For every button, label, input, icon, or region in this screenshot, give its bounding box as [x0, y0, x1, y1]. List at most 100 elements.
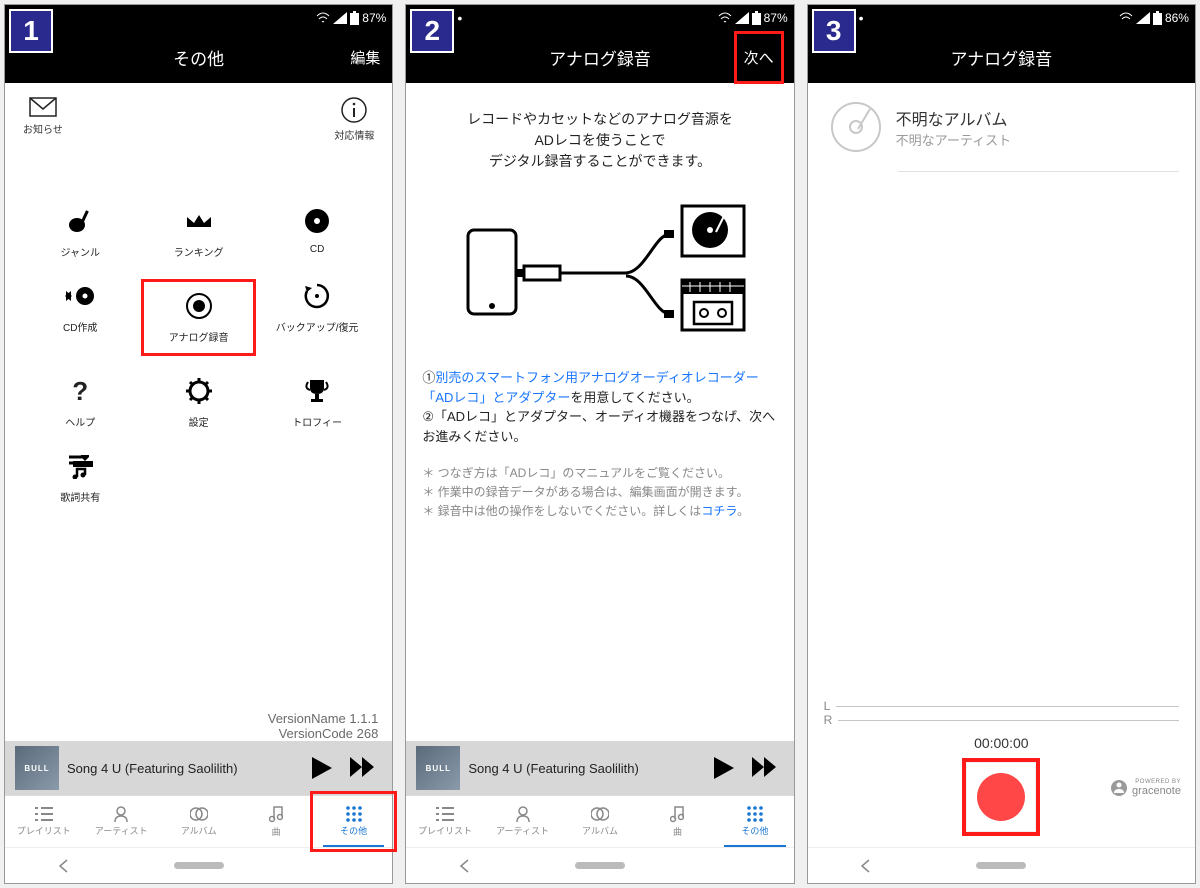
info-button[interactable]: 対応情報 — [334, 97, 374, 142]
cd-create-icon — [65, 285, 95, 307]
trophy-button[interactable]: トロフィー — [262, 376, 372, 429]
lyrics-icon — [67, 453, 93, 479]
signal-icon — [735, 12, 749, 24]
tab-label: アルバム — [582, 824, 618, 837]
playlist-icon — [35, 806, 53, 822]
record-button[interactable] — [965, 761, 1037, 833]
album-icon — [190, 806, 208, 822]
mini-player[interactable]: Song 4 U (Featuring Saolilith) — [5, 741, 392, 795]
content: お知らせ 対応情報 ジャンル ランキング CD CD作成 — [5, 83, 392, 741]
settings-button[interactable]: 設定 — [143, 376, 253, 429]
home-pill[interactable] — [976, 862, 1026, 869]
tab-album[interactable]: アルバム — [160, 796, 237, 847]
tab-label: その他 — [340, 824, 367, 837]
grid-label: ジャンル — [60, 244, 100, 259]
step-badge: 1 — [9, 9, 53, 53]
info-label: 対応情報 — [334, 127, 374, 142]
tab-label: アルバム — [181, 824, 217, 837]
tab-other[interactable]: その他 — [716, 796, 793, 847]
record-icon — [185, 292, 213, 320]
back-icon[interactable] — [57, 859, 71, 873]
back-icon[interactable] — [458, 859, 472, 873]
song-icon — [670, 805, 684, 823]
illustration — [406, 184, 793, 354]
genre-button[interactable]: ジャンル — [25, 206, 135, 259]
envelope-icon — [29, 97, 57, 117]
content: 不明なアルバム 不明なアーティスト L R 00:00:00 POWERED B… — [808, 83, 1195, 847]
backup-button[interactable]: バックアップ/復元 — [262, 281, 372, 354]
tab-label: プレイリスト — [418, 824, 472, 837]
home-pill[interactable] — [174, 862, 224, 869]
version-info: VersionName 1.1.1 VersionCode 268 — [5, 711, 392, 741]
edit-button[interactable]: 編集 — [350, 47, 380, 68]
wifi-icon — [1119, 12, 1133, 24]
cd-create-button[interactable]: CD作成 — [25, 281, 135, 354]
grid-label: バックアップ/復元 — [276, 319, 359, 334]
analog-record-button[interactable]: アナログ録音 — [143, 281, 253, 354]
artist-icon — [515, 806, 531, 822]
grid-label: 歌詞共有 — [60, 489, 100, 504]
battery-icon — [752, 11, 761, 25]
page-title: アナログ録音 — [549, 45, 651, 70]
tab-album[interactable]: アルバム — [561, 796, 638, 847]
grid-label: ヘルプ — [65, 414, 95, 429]
song-title: Song 4 U (Featuring Saolilith) — [67, 761, 304, 776]
status-bar: • 87% — [406, 5, 793, 31]
playlist-icon — [436, 806, 454, 822]
fast-forward-icon[interactable] — [752, 757, 778, 777]
battery-text: 87% — [362, 11, 386, 25]
play-icon[interactable] — [714, 757, 734, 779]
grid-label: ランキング — [174, 244, 224, 259]
tab-playlist[interactable]: プレイリスト — [406, 796, 483, 847]
tab-artist[interactable]: アーティスト — [82, 796, 159, 847]
back-icon[interactable] — [859, 859, 873, 873]
level-meter: L R — [808, 699, 1195, 727]
album-art — [416, 746, 460, 790]
description: レコードやカセットなどのアナログ音源を ADレコを使うことで デジタル録音するこ… — [406, 83, 793, 184]
header: その他 編集 — [5, 31, 392, 83]
tab-other[interactable]: その他 — [315, 796, 392, 847]
gracenote-badge: POWERED BY gracenote — [1110, 779, 1181, 797]
tab-playlist[interactable]: プレイリスト — [5, 796, 82, 847]
next-button[interactable]: 次へ — [736, 33, 782, 82]
ranking-button[interactable]: ランキング — [143, 206, 253, 259]
battery-icon — [1153, 11, 1162, 25]
tab-bar: プレイリスト アーティスト アルバム 曲 その他 — [406, 795, 793, 847]
status-bar: 87% — [5, 5, 392, 31]
content: レコードやカセットなどのアナログ音源を ADレコを使うことで デジタル録音するこ… — [406, 83, 793, 741]
details-link[interactable]: コチラ — [701, 504, 737, 518]
tab-label: アーティスト — [95, 824, 148, 837]
album-header: 不明なアルバム 不明なアーティスト — [808, 83, 1195, 171]
grid-label: アナログ録音 — [169, 329, 229, 344]
trophy-icon — [305, 378, 329, 404]
disc-icon — [304, 208, 330, 234]
tab-label: その他 — [741, 824, 768, 837]
cd-button[interactable]: CD — [262, 206, 372, 259]
notes: ＊ つなぎ方は「ADレコ」のマニュアルをご覧ください。 ＊ 作業中の録音データが… — [406, 460, 793, 526]
level-L: L — [824, 699, 831, 713]
fast-forward-icon[interactable] — [350, 757, 376, 777]
home-pill[interactable] — [575, 862, 625, 869]
tab-song[interactable]: 曲 — [237, 796, 314, 847]
signal-icon — [1136, 12, 1150, 24]
battery-text: 87% — [764, 11, 788, 25]
album-icon — [591, 806, 609, 822]
play-icon[interactable] — [312, 757, 332, 779]
tab-song[interactable]: 曲 — [639, 796, 716, 847]
restore-icon — [303, 282, 331, 310]
step-badge: 2 — [410, 9, 454, 53]
record-dot-icon — [977, 773, 1025, 821]
system-navbar — [5, 847, 392, 883]
tab-artist[interactable]: アーティスト — [484, 796, 561, 847]
album-art — [15, 746, 59, 790]
step-badge: 3 — [812, 9, 856, 53]
notice-button[interactable]: お知らせ — [23, 97, 63, 142]
page-title: アナログ録音 — [950, 45, 1052, 70]
screen-2: 2 • 87% アナログ録音 次へ レコードやカセットなどのアナログ音源を AD… — [405, 4, 794, 884]
gracenote-icon — [1110, 779, 1128, 797]
help-button[interactable]: ? ヘルプ — [25, 376, 135, 429]
gear-icon — [186, 378, 212, 404]
lyrics-share-button[interactable]: 歌詞共有 — [25, 451, 135, 504]
mini-player[interactable]: Song 4 U (Featuring Saolilith) — [406, 741, 793, 795]
guitar-icon — [67, 208, 93, 234]
